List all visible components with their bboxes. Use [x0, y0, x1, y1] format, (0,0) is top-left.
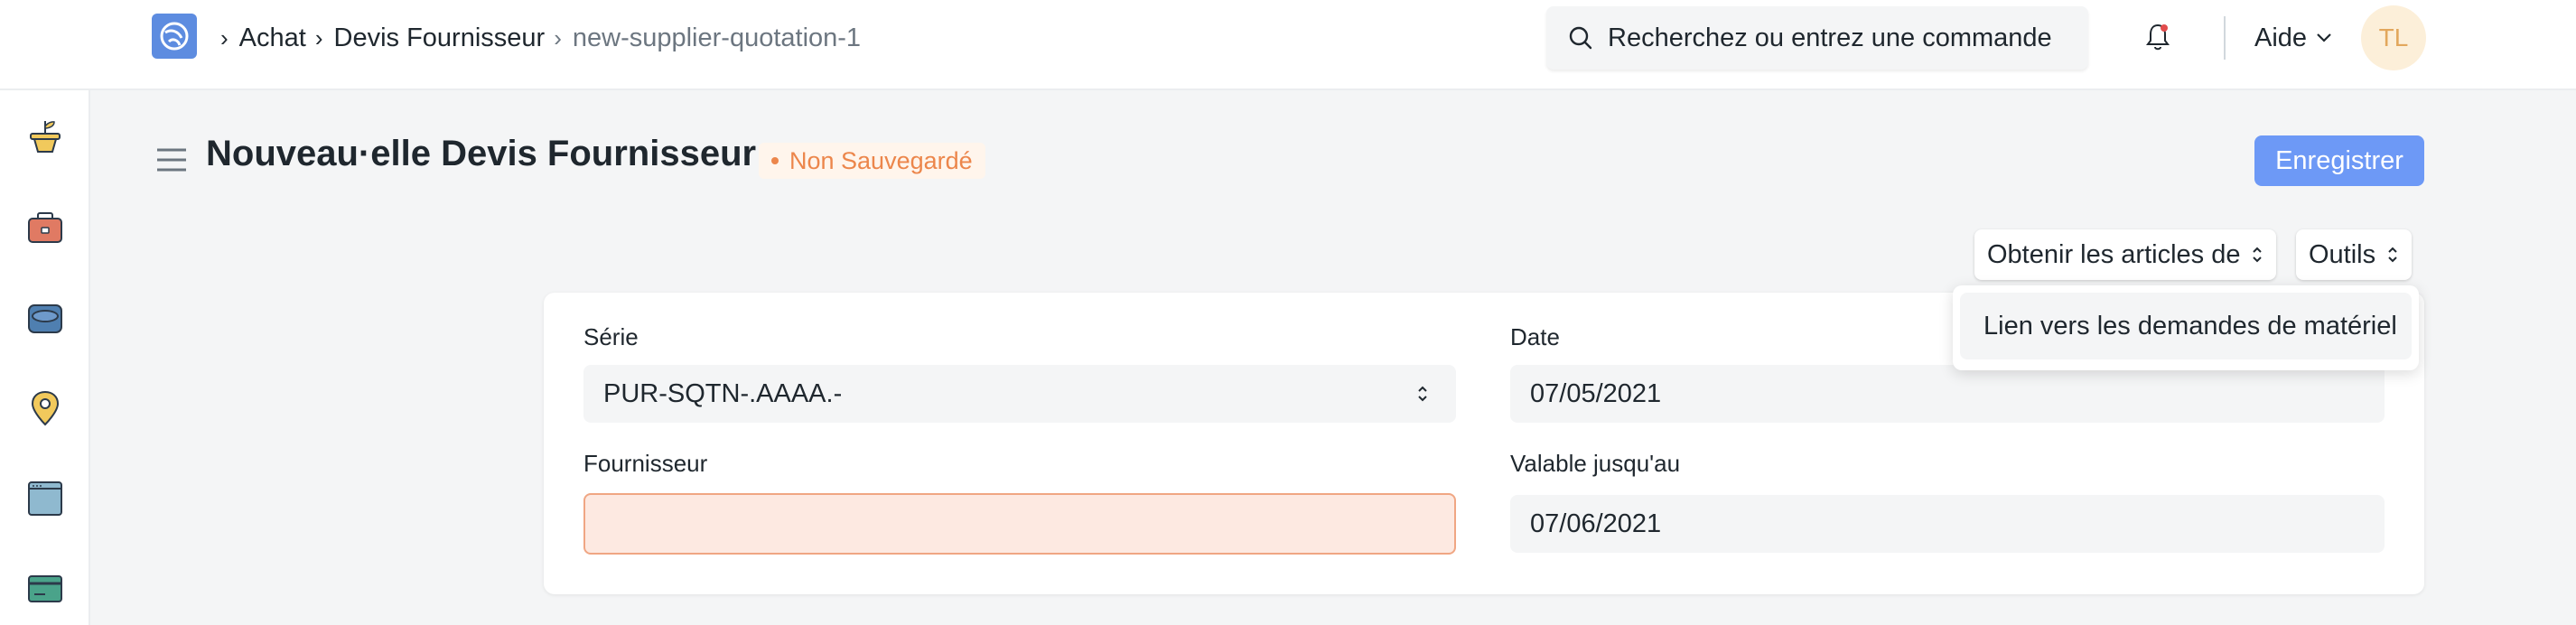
hamburger-menu-icon[interactable] [155, 146, 188, 173]
date-value: 07/05/2021 [1530, 378, 1662, 408]
help-label: Aide [2254, 23, 2308, 52]
select-arrows-icon [2388, 247, 2397, 263]
breadcrumb-separator-icon: › [554, 23, 562, 51]
status-label: Non Sauvegardé [789, 146, 973, 174]
status-badge: Non Sauvegardé [759, 143, 985, 179]
briefcase-icon[interactable] [25, 208, 65, 247]
series-select[interactable]: PUR-SQTN-.AAAA.- [583, 365, 1456, 423]
page-title: Nouveau·elle Devis Fournisseur [206, 134, 757, 173]
date-field[interactable]: 07/05/2021 [1510, 365, 2385, 423]
tools-label: Outils [2309, 239, 2376, 269]
get-items-from-button[interactable]: Obtenir les articles de [1974, 229, 2277, 280]
sidebar [0, 90, 90, 625]
supplier-field[interactable] [583, 493, 1456, 555]
status-dot-icon [771, 157, 779, 164]
plant-pot-icon[interactable] [25, 117, 65, 157]
help-dropdown[interactable]: Aide [2254, 20, 2332, 56]
supplier-label: Fournisseur [583, 450, 708, 477]
breadcrumb-separator-icon: › [314, 23, 323, 51]
select-arrows-icon [2253, 247, 2263, 263]
bell-icon[interactable] [2144, 22, 2171, 52]
breadcrumb-separator-icon: › [220, 23, 229, 51]
navbar-divider [2224, 16, 2226, 60]
chevron-down-icon [2317, 33, 2331, 42]
credit-card-icon[interactable] [25, 569, 65, 609]
search-icon [1569, 26, 1592, 50]
save-button[interactable]: Enregistrer [2254, 135, 2424, 186]
frappe-logo-icon[interactable] [152, 14, 197, 59]
avatar[interactable]: TL [2361, 5, 2426, 70]
top-navbar: › Achat › Devis Fournisseur › new-suppli… [0, 0, 2576, 90]
valid-till-label: Valable jusqu'au [1510, 450, 1681, 477]
breadcrumb-devis-fournisseur[interactable]: Devis Fournisseur [334, 23, 546, 53]
tools-button[interactable]: Outils [2296, 229, 2413, 280]
tools-dropdown-menu: Lien vers les demandes de matériel [1953, 285, 2419, 370]
breadcrumb-current-document: new-supplier-quotation-1 [572, 23, 862, 52]
menu-item-link-material-requests[interactable]: Lien vers les demandes de matériel [1960, 293, 2412, 359]
select-arrows-icon [1418, 386, 1427, 402]
valid-till-value: 07/06/2021 [1530, 508, 1662, 538]
browser-window-icon[interactable] [25, 479, 65, 518]
breadcrumb: › Achat › Devis Fournisseur › new-suppli… [220, 20, 861, 56]
map-pin-icon[interactable] [25, 388, 65, 428]
database-icon[interactable] [25, 298, 65, 338]
series-label: Série [583, 323, 639, 350]
get-items-from-label: Obtenir les articles de [1987, 239, 2241, 269]
search-placeholder: Recherchez ou entrez une commande [1608, 23, 2052, 52]
date-label: Date [1510, 323, 1560, 350]
valid-till-field[interactable]: 07/06/2021 [1510, 495, 2385, 553]
search-input[interactable]: Recherchez ou entrez une commande [1546, 6, 2088, 70]
series-value: PUR-SQTN-.AAAA.- [603, 378, 843, 408]
breadcrumb-achat[interactable]: Achat [239, 23, 306, 53]
